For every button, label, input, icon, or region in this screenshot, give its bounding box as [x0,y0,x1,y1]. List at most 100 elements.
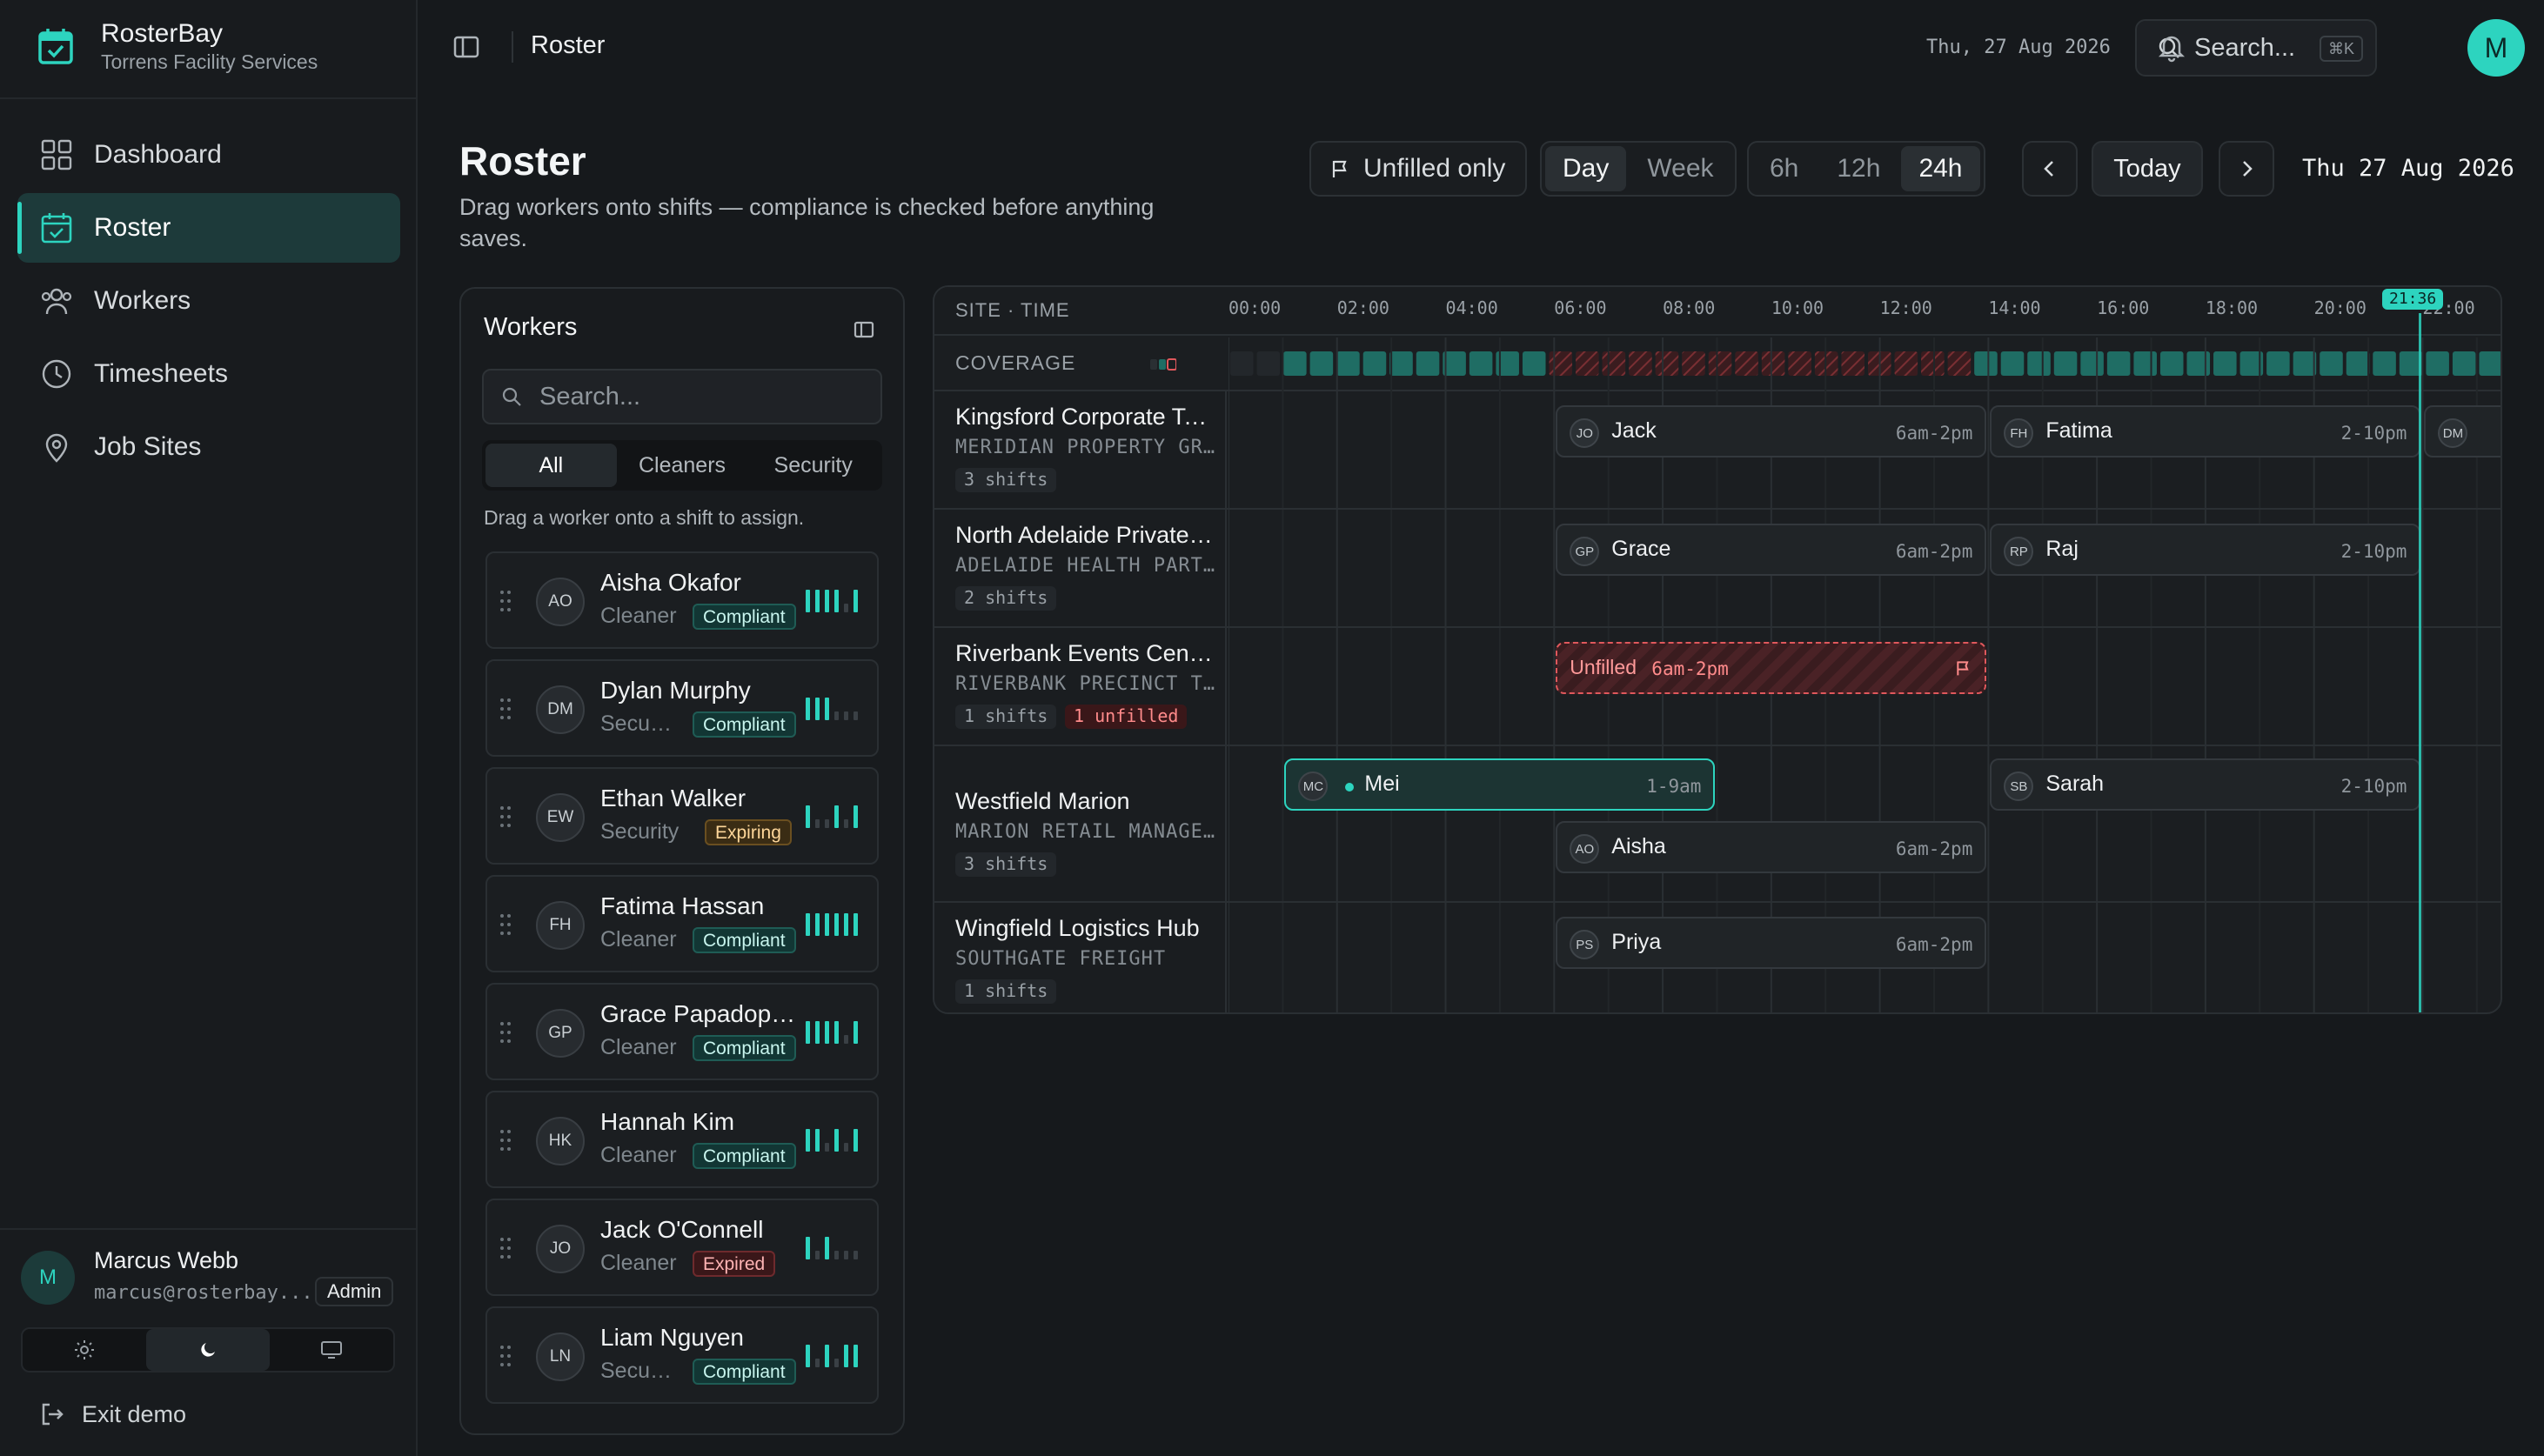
site-info[interactable]: Wingfield Logistics Hub SOUTHGATE FREIGHT… [934,903,1227,1012]
availability-bar [806,1129,810,1152]
drag-handle-icon[interactable] [499,1019,512,1045]
shift-block[interactable]: AO Aisha 6am-2pm [1556,821,1987,873]
theme-system-option[interactable] [270,1329,393,1371]
sidebar-item-job-sites[interactable]: Job Sites [17,412,400,482]
sidebar-item-label: Workers [94,286,191,315]
prev-day-button[interactable] [2022,141,2078,197]
shift-block[interactable]: GP Grace 6am-2pm [1556,524,1987,576]
sidebar-item-workers[interactable]: Workers [17,266,400,336]
unfilled-shift[interactable]: Unfilled 6am-2pm [1556,642,1987,694]
shift-worker-name: Grace [1611,537,1671,561]
scale-6h[interactable]: 6h [1752,146,1816,191]
worker-card[interactable]: LN Liam Nguyen Security Compliant [485,1306,879,1404]
drag-handle-icon[interactable] [499,1127,512,1153]
main-nav: Dashboard Roster Workers Timesheets Job Site… [17,120,400,485]
shift-block[interactable]: SB Sarah 2-10pm [1990,758,2421,811]
availability-bar [834,590,839,612]
availability-bar [806,1237,810,1259]
exit-demo-button[interactable]: Exit demo [38,1400,186,1428]
account-avatar[interactable]: M [2467,19,2525,77]
sidebar-item-roster[interactable]: Roster [17,193,400,263]
today-button[interactable]: Today [2092,141,2203,197]
worker-card[interactable]: JO Jack O'Connell Cleaner Expired [485,1199,879,1296]
sidebar-item-label: Roster [94,213,171,242]
scale-12h[interactable]: 12h [1819,146,1898,191]
site-name: Wingfield Logistics Hub [955,915,1200,941]
compliance-badge: Compliant [693,711,796,738]
drag-handle-icon[interactable] [499,1343,512,1369]
worker-card[interactable]: AO Aisha Okafor Cleaner Compliant [485,551,879,649]
shift-worker-avatar: PS [1570,930,1600,959]
scale-24h[interactable]: 24h [1901,146,1980,191]
sidebar-toggle-icon[interactable] [452,33,480,61]
worker-card[interactable]: HK Hannah Kim Cleaner Compliant [485,1091,879,1188]
availability-bar [815,698,820,720]
sidebar-item-dashboard[interactable]: Dashboard [17,120,400,190]
availability-bar [825,1237,829,1259]
availability-bar [825,913,829,936]
worker-card[interactable]: DM Dylan Murphy Security Compliant [485,659,879,757]
shift-worker-name: Raj [2045,537,2079,561]
next-day-button[interactable] [2219,141,2274,197]
worker-card[interactable]: EW Ethan Walker Security Expiring [485,767,879,865]
shift-block[interactable]: JO Jack 6am-2pm [1556,405,1987,458]
shift-block[interactable]: DM [2424,405,2500,458]
availability-bar [854,1251,858,1259]
hour-label: 04:00 [1445,297,1498,318]
worker-card[interactable]: GP Grace Papadopoulos Cleaner Compliant [485,983,879,1080]
shift-block[interactable]: FH Fatima 2-10pm [1990,405,2421,458]
availability-bar [834,913,839,936]
sidebar-item-timesheets[interactable]: Timesheets [17,339,400,409]
filter-cleaners[interactable]: Cleaners [617,444,748,487]
view-day[interactable]: Day [1545,146,1627,191]
compliance-badge: Expired [693,1251,776,1277]
worker-search-placeholder: Search... [539,382,641,411]
roster-timeline: SITE · TIME 00:00 02:00 04:00 06:00 08:00 10:… [933,285,2502,1014]
app-name: RosterBay [101,19,224,48]
shift-count-chip: 1 shifts [955,979,1057,1004]
availability-bar [815,819,820,828]
availability-bar [844,913,848,936]
hour-label: 06:00 [1554,297,1607,318]
availability-bar [854,913,858,936]
drag-handle-icon[interactable] [499,1235,512,1261]
theme-dark-option[interactable] [146,1329,270,1371]
view-week[interactable]: Week [1630,146,1731,191]
availability-bar [854,1021,858,1044]
site-info[interactable]: Riverbank Events Centre RIVERBANK PRECINC… [934,628,1227,745]
filter-security[interactable]: Security [747,444,879,487]
worker-name: Aisha Okafor [600,569,741,596]
drag-handle-icon[interactable] [499,588,512,614]
site-info[interactable]: North Adelaide Private Hospital ADELAIDE … [934,510,1227,626]
shift-worker-name: Fatima [2045,418,2112,443]
map-pin-icon [45,433,68,463]
worker-card[interactable]: FH Fatima Hassan Cleaner Compliant [485,875,879,972]
site-info[interactable]: Westfield Marion MARION RETAIL MANAGEMENT… [934,746,1227,901]
shift-worker-name: Priya [1611,930,1662,954]
availability-bar [806,805,810,828]
current-time-tag: 21:36 [2382,289,2444,310]
availability-bar [844,711,848,720]
filter-all[interactable]: All [485,444,617,487]
panel-collapse-icon[interactable] [853,318,875,341]
shift-worker-avatar: GP [1570,537,1600,566]
shift-block[interactable]: MC Mei 1-9am [1284,758,1716,811]
availability-bar [806,590,810,612]
unfilled-only-toggle[interactable]: Unfilled only [1309,141,1527,197]
drag-handle-icon[interactable] [499,804,512,830]
shift-block[interactable]: RP Raj 2-10pm [1990,524,2421,576]
availability-bar [844,1035,848,1044]
user-name: Marcus Webb [94,1247,239,1273]
bell-icon[interactable] [2156,31,2187,63]
drag-handle-icon[interactable] [499,912,512,938]
availability-bar [854,711,858,720]
theme-light-option[interactable] [23,1329,146,1371]
drag-handle-icon[interactable] [499,696,512,722]
worker-avatar: GP [536,1009,585,1058]
site-info[interactable]: Kingsford Corporate Tower MERIDIAN PROPER… [934,391,1227,508]
worker-search-input[interactable]: Search... [482,369,882,424]
user-avatar[interactable]: M [21,1251,75,1305]
brand: RosterBay Torrens Facility Services [0,0,416,99]
shift-block[interactable]: PS Priya 6am-2pm [1556,917,1987,969]
shift-time: 6am-2pm [1895,541,1973,562]
